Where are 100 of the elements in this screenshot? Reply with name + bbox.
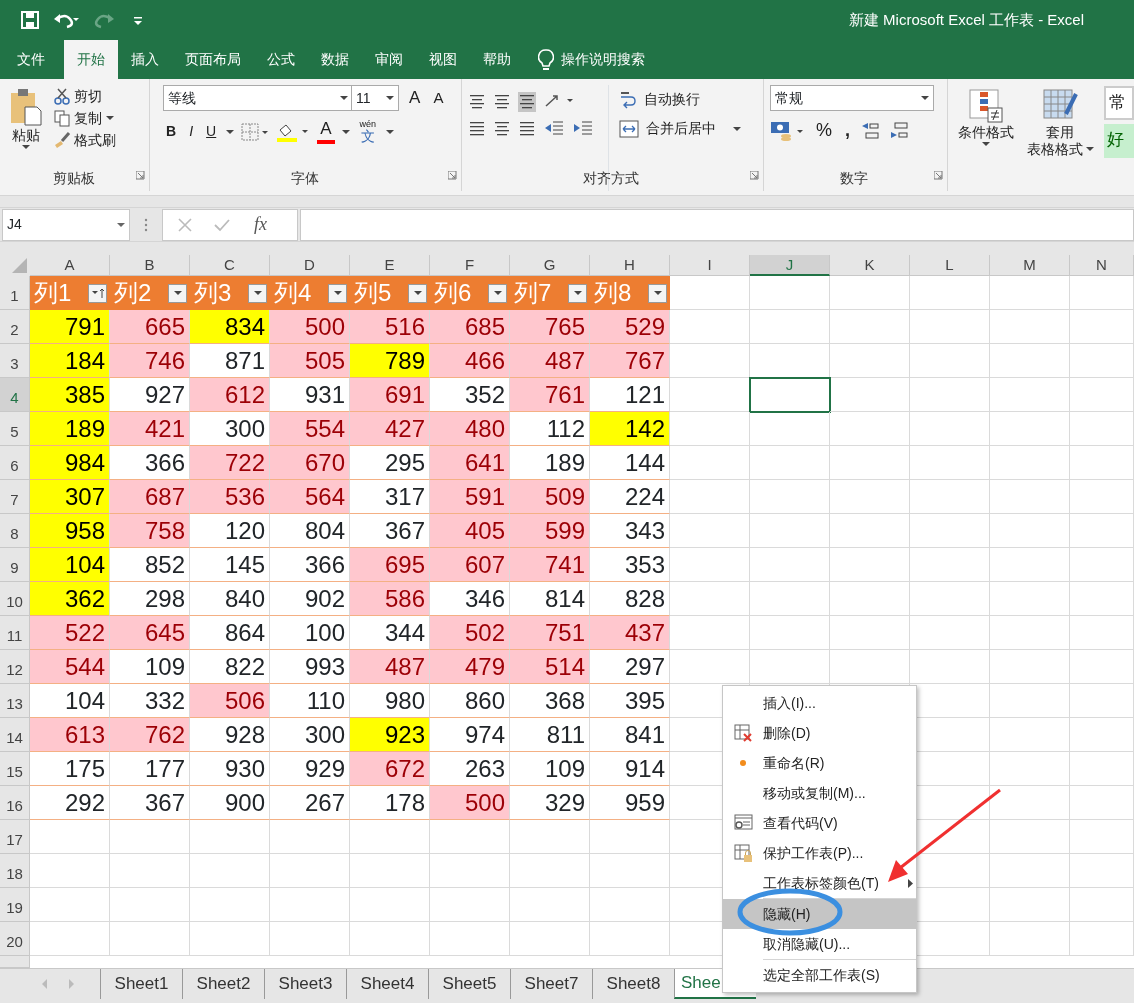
grid-cell[interactable] — [1070, 616, 1134, 650]
grid-cell[interactable] — [670, 616, 750, 650]
grid-cell[interactable] — [110, 922, 190, 956]
good-style-swatch[interactable]: 好 — [1104, 123, 1134, 158]
grid-cell[interactable] — [350, 922, 430, 956]
row-header[interactable]: 10 — [0, 582, 30, 616]
row-header[interactable]: 2 — [0, 310, 30, 344]
grid-cell[interactable] — [830, 480, 910, 514]
comma-button[interactable]: , — [841, 118, 853, 144]
grid-cell[interactable] — [1070, 718, 1134, 752]
grid-cell[interactable] — [590, 820, 670, 854]
grid-cell[interactable] — [270, 854, 350, 888]
grid-cell[interactable] — [910, 344, 990, 378]
grid-cell[interactable] — [830, 310, 910, 344]
grid-cell[interactable] — [190, 922, 270, 956]
grid-cell[interactable] — [590, 888, 670, 922]
name-box[interactable]: J4 — [2, 208, 130, 241]
conditional-format-button[interactable]: 条件格式 — [954, 86, 1017, 195]
format-painter-button[interactable]: 格式刷 — [49, 129, 119, 151]
grid-cell[interactable] — [430, 854, 510, 888]
grid-cell[interactable] — [30, 820, 110, 854]
row-header[interactable]: 8 — [0, 514, 30, 548]
grid-cell[interactable] — [670, 344, 750, 378]
increase-indent-icon[interactable] — [571, 119, 594, 137]
ribbon-tab[interactable]: 数据 — [307, 40, 362, 79]
column-header[interactable]: B — [110, 255, 190, 276]
number-format-field[interactable]: 常规 — [769, 85, 934, 111]
grid-cell[interactable] — [910, 446, 990, 480]
grid-cell[interactable] — [990, 752, 1070, 786]
row-header[interactable]: 6 — [0, 446, 30, 480]
filter-button[interactable] — [168, 283, 187, 303]
menu-item[interactable]: 删除(D) — [723, 718, 916, 748]
grid-cell[interactable] — [990, 344, 1070, 378]
grid-cell[interactable] — [1070, 446, 1134, 480]
grid-cell[interactable] — [990, 310, 1070, 344]
borders-icon[interactable] — [241, 122, 270, 141]
menu-item[interactable]: 保护工作表(P)... — [723, 838, 916, 868]
dialog-launcher-icon[interactable] — [136, 170, 146, 180]
phonetic-button[interactable]: wén 文 — [356, 118, 380, 145]
grid-cell[interactable] — [510, 820, 590, 854]
grid-cell[interactable] — [830, 276, 910, 310]
grid-cell[interactable] — [990, 548, 1070, 582]
grid-cell[interactable] — [670, 310, 750, 344]
shrink-font-button[interactable]: A — [430, 87, 447, 109]
grid-cell[interactable] — [990, 446, 1070, 480]
font-size-field[interactable]: 11 — [351, 85, 400, 111]
currency-icon[interactable] — [769, 119, 806, 142]
grid-cell[interactable] — [750, 446, 830, 480]
grid-cell[interactable] — [270, 922, 350, 956]
dialog-launcher-icon[interactable] — [933, 170, 943, 180]
insert-function-button[interactable]: fx — [251, 211, 270, 238]
grid-cell[interactable] — [670, 548, 750, 582]
undo-icon[interactable] — [53, 11, 79, 29]
grid-cell[interactable] — [510, 922, 590, 956]
grid-cell[interactable] — [990, 718, 1070, 752]
filter-button[interactable] — [248, 283, 267, 303]
bold-button[interactable]: B — [163, 121, 180, 142]
column-header[interactable]: K — [830, 255, 910, 276]
grid-cell[interactable] — [1070, 480, 1134, 514]
row-header[interactable]: 17 — [0, 820, 30, 854]
grid-cell[interactable] — [830, 548, 910, 582]
grid-cell[interactable] — [670, 514, 750, 548]
filter-button[interactable] — [488, 283, 507, 303]
dialog-launcher-icon[interactable] — [749, 170, 759, 180]
lightbulb-icon[interactable] — [537, 48, 554, 71]
grid-cell[interactable] — [830, 650, 910, 684]
ribbon-tab[interactable]: 公式 — [253, 40, 308, 79]
column-header[interactable]: G — [510, 255, 590, 276]
column-header[interactable]: L — [910, 255, 990, 276]
grid-cell[interactable] — [830, 412, 910, 446]
normal-style-swatch[interactable]: 常 — [1104, 86, 1134, 120]
grid-cell[interactable] — [270, 820, 350, 854]
grid-cell[interactable] — [750, 514, 830, 548]
grid-cell[interactable] — [990, 854, 1070, 888]
column-header[interactable]: C — [190, 255, 270, 276]
grid-cell[interactable] — [1070, 548, 1134, 582]
grid-cell[interactable] — [910, 310, 990, 344]
grid-cell[interactable] — [990, 786, 1070, 820]
grid-cell[interactable] — [750, 650, 830, 684]
grid-cell[interactable] — [1070, 582, 1134, 616]
ribbon-tab[interactable]: 视图 — [415, 40, 470, 79]
grow-font-button[interactable]: A — [406, 85, 424, 111]
grid-cell[interactable] — [670, 276, 750, 310]
filter-button[interactable] — [648, 283, 667, 303]
format-as-table-button[interactable]: 套用 表格格式 — [1023, 86, 1097, 195]
grid-cell[interactable] — [990, 888, 1070, 922]
tell-me-search[interactable]: 操作说明搜索 — [560, 49, 645, 70]
grid-cell[interactable] — [1070, 854, 1134, 888]
row-header[interactable]: 16 — [0, 786, 30, 820]
column-header[interactable]: H — [590, 255, 670, 276]
column-header[interactable]: D — [270, 255, 350, 276]
save-icon[interactable] — [21, 11, 39, 29]
font-color-button[interactable]: A — [317, 119, 335, 144]
row-header[interactable]: 7 — [0, 480, 30, 514]
menu-item[interactable]: 工作表标签颜色(T) — [723, 868, 916, 898]
grid-cell[interactable] — [430, 820, 510, 854]
row-header[interactable]: 3 — [0, 344, 30, 378]
row-header[interactable]: 15 — [0, 752, 30, 786]
wrap-text-button[interactable]: 自动换行 — [615, 88, 744, 111]
grid-cell[interactable] — [990, 922, 1070, 956]
